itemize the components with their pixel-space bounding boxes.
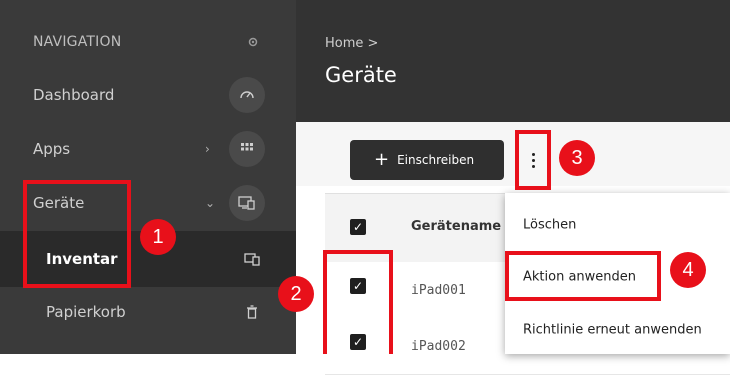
sidebar-item-label: Apps: [33, 140, 71, 158]
highlight-box-1: [23, 180, 131, 288]
sidebar-header: NAVIGATION: [0, 14, 296, 70]
settings-dot-icon[interactable]: [245, 34, 261, 50]
sidebar-item-label: Papierkorb: [46, 303, 126, 321]
chevron-down-icon: ⌄: [205, 196, 216, 210]
step-badge-2: 2: [278, 276, 314, 312]
breadcrumb[interactable]: Home >: [325, 36, 378, 51]
column-header-devicename[interactable]: Gerätename: [411, 219, 501, 234]
sidebar-item-label: Dashboard: [33, 86, 115, 104]
sidebar-item-apps[interactable]: Apps ›: [0, 121, 296, 177]
enroll-button-label: Einschreiben: [397, 153, 475, 167]
gauge-icon: [229, 77, 265, 113]
highlight-box-3: [515, 130, 551, 190]
step-badge-3: 3: [559, 140, 595, 176]
sidebar-header-label: NAVIGATION: [33, 34, 122, 50]
menu-item-delete[interactable]: Löschen: [505, 198, 730, 252]
menu-item-label: Löschen: [523, 217, 577, 233]
device-name: iPad002: [411, 339, 466, 354]
chevron-right-icon: ›: [205, 142, 210, 156]
enroll-button[interactable]: + Einschreiben: [350, 140, 504, 180]
highlight-box-2: [323, 250, 393, 354]
highlight-box-4: [505, 251, 661, 301]
inventory-icon: [244, 251, 260, 267]
step-badge-4: 4: [670, 252, 706, 288]
grid-icon: [229, 131, 265, 167]
select-all-checkbox[interactable]: ✓: [350, 219, 366, 235]
page-header: Home > Geräte: [296, 0, 730, 122]
trash-icon: [244, 304, 260, 320]
devices-icon: [229, 185, 265, 221]
sidebar-item-papierkorb[interactable]: Papierkorb: [0, 284, 296, 340]
step-badge-1: 1: [140, 219, 176, 255]
sidebar-item-dashboard[interactable]: Dashboard: [0, 67, 296, 123]
menu-item-label: Richtlinie erneut anwenden: [523, 322, 702, 338]
plus-icon: +: [374, 149, 390, 170]
device-name: iPad001: [411, 283, 466, 298]
sidebar: NAVIGATION Dashboard Apps › Geräte ⌄ Inv…: [0, 0, 296, 354]
page-title: Geräte: [325, 63, 397, 87]
menu-item-reapply-policy[interactable]: Richtlinie erneut anwenden: [505, 303, 730, 357]
